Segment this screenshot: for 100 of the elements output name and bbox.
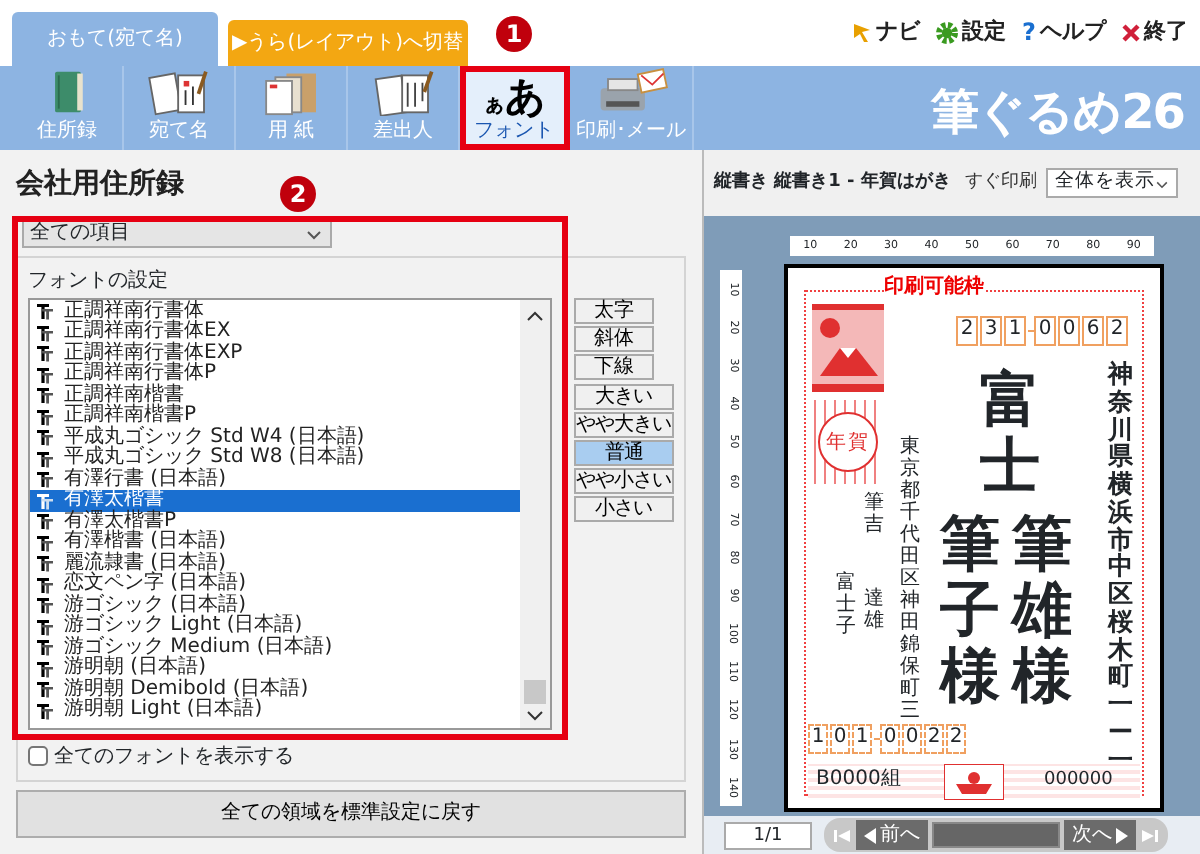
size-button[interactable]: 普通 [573,439,674,465]
font-item[interactable]: 游ゴシック Medium (日本語) [30,637,520,658]
font-item[interactable]: 游明朝 (日本語) [30,658,520,679]
font-icon [36,701,54,720]
font-item[interactable]: 恋文ペン字 (日本語) [30,574,520,595]
checkbox-label: 全てのフォントを表示する [53,743,294,771]
sender-surname: 筆吉 [864,492,884,536]
font-item[interactable]: 正調祥南楷書 [30,385,520,406]
font-icon [36,533,54,552]
zoom-select[interactable]: 全体を表示 [1046,168,1179,198]
font-icon [36,491,54,510]
font-icon [36,302,54,321]
font-item[interactable]: 有澤楷書 (日本語) [30,532,520,553]
sender-address: 東京都千代田区神田錦保町三 [900,436,920,722]
font-icon [36,449,54,468]
recipient-name: 筆子様 [940,512,1000,710]
chevron-down-icon [304,225,324,241]
font-icon [36,680,54,699]
font-item[interactable]: 游ゴシック Light (日本語) [30,616,520,637]
cards-icon [145,68,213,116]
postcode-digit: 0 [902,724,922,754]
lottery-group: B0000組 [816,768,901,792]
font-item[interactable]: 正調祥南行書体EXP [30,343,520,364]
last-page-icon [1140,825,1160,845]
font-item[interactable]: 有澤行書 (日本語) [30,469,520,490]
stamp-drawing [812,304,884,392]
postcode-digit: 2 [956,316,978,346]
font-item[interactable]: 正調祥南行書体EX [30,322,520,343]
font-icon [36,617,54,636]
size-button[interactable]: 大きい [573,383,674,409]
menu-link[interactable]: ナビ [852,14,921,50]
postcode-digit: 0 [830,724,850,754]
font-icon [36,659,54,678]
font-item[interactable]: 游ゴシック (日本語) [30,595,520,616]
font-list[interactable] [28,297,552,729]
postcode-digit: 1 [808,724,828,754]
app-logo: 筆ぐるめ26 [931,82,1184,144]
lottery-number: 000000 [1044,768,1113,792]
font-icon [36,323,54,342]
menu-link[interactable]: ? ヘルプ [1022,14,1106,50]
panel-title: 会社用住所録 [16,168,184,202]
printable-area-label: 印刷可能枠 [884,276,984,300]
scroll-thumb[interactable] [524,679,546,703]
sender-name: 富士子 [836,572,856,638]
postcode-digit: 2 [1106,316,1128,346]
pointer-icon [852,21,873,43]
close-icon [1122,23,1140,41]
font-icon [36,596,54,615]
triangle-right-icon [1116,827,1128,843]
triangle-left-icon [864,827,876,843]
sender-name: 達雄 [864,588,884,632]
font-icon [36,638,54,657]
font-icon [36,575,54,594]
font-item[interactable]: 游明朝 Light (日本語) [30,700,520,721]
postcode-digit: 0 [880,724,900,754]
style-button[interactable]: 太字 [573,297,654,323]
font-item[interactable]: 麗流隷書 (日本語) [30,553,520,574]
postcode-digit: 0 [1058,316,1080,346]
next-button[interactable]: 次へ [1064,820,1136,850]
postcode-digit: 2 [946,724,966,754]
postcode-digit: 6 [1082,316,1104,346]
menu-link[interactable]: 終了 [1122,14,1188,50]
recipient-name: 筆雄様 [1012,512,1072,710]
page-field[interactable]: 1/1 [724,821,812,849]
style-button[interactable]: 斜体 [573,325,654,351]
postmark: 年賀 [818,412,878,472]
font-icon [36,344,54,363]
layout-title: 縦書き 縦書き1 - 年賀はがき [714,169,951,196]
font-icon [36,407,54,426]
font-item[interactable]: 正調祥南行書体P [30,364,520,385]
font-icon [36,512,54,531]
quick-print-link[interactable]: すぐ印刷 [964,169,1037,197]
font-icon [36,365,54,384]
font-item[interactable]: 平成丸ゴシック Std W4 (日本語) [30,427,520,448]
size-button[interactable]: やや小さい [573,467,674,493]
toolbar-button[interactable]: ぁあ フォント [460,66,570,150]
font-icon [36,386,54,405]
settings-icon [936,21,959,43]
step-marker: 2 [280,176,316,212]
reset-button[interactable]: 全ての領域を標準設定に戻す [16,789,686,837]
font-item[interactable]: 有澤太楷書P [30,511,520,532]
lucky-boat-drawing [944,764,1004,800]
menu-link[interactable]: 設定 [936,14,1007,50]
font-icon [36,428,54,447]
style-button[interactable]: 下線 [573,353,654,379]
font-item[interactable]: 游明朝 Demibold (日本語) [30,679,520,700]
cards-icon [369,68,437,116]
postcode-digit: 3 [980,316,1002,346]
size-button[interactable]: やや大きい [573,411,674,437]
first-page-icon [832,825,852,845]
postcode-digit: 2 [924,724,944,754]
prev-button[interactable]: 前へ [856,820,928,850]
size-button[interactable]: 小さい [573,495,674,521]
show-all-checkbox[interactable] [28,746,48,766]
group-label: フォントの設定 [28,270,168,292]
recipient-surname: 富士 [980,368,1040,500]
font-item[interactable]: 正調祥南楷書P [30,406,520,427]
recipient-address: 神奈川県横浜市中区桜木町一ー一 [1108,360,1133,773]
font-icon [36,470,54,489]
font-item[interactable]: 平成丸ゴシック Std W8 (日本語) [30,448,520,469]
